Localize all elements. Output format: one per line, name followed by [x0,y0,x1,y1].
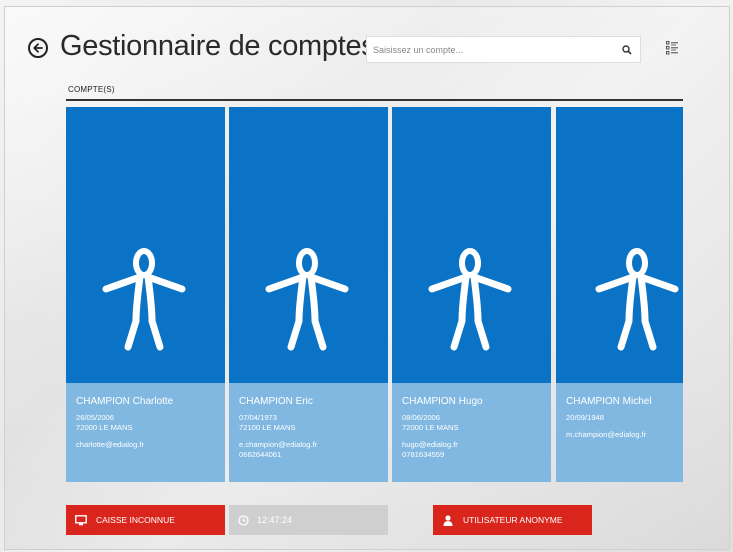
person-icon [102,248,186,351]
back-button[interactable] [28,38,48,58]
page-title: Gestionnaire de comptes [60,30,376,62]
person-icon [265,248,349,351]
back-arrow-icon [33,43,43,53]
unknown-register-button[interactable]: CAISSE INCONNUE [66,505,225,535]
anonymous-user-button[interactable]: UTILISATEUR ANONYME [433,505,592,535]
account-card-header [229,107,388,383]
list-view-icon [666,41,678,55]
account-birthdate: 20/09/1948 [566,413,605,422]
account-email: e.champion@edialog.fr [239,440,318,449]
clock-time: 12:47:24 [257,515,293,525]
account-card-details: CHAMPION Eric 07/04/1973 72100 LE MANS e… [229,383,388,482]
user-icon [433,514,463,526]
search-icon[interactable] [614,37,640,62]
account-card[interactable]: CHAMPION Hugo 08/06/2006 72000 LE MANS h… [392,107,551,482]
account-email: charlotte@edialog.fr [76,440,145,449]
account-card-details: CHAMPION Charlotte 26/05/2006 72000 LE M… [66,383,225,482]
account-birthdate: 07/04/1973 [239,413,278,422]
person-icon [595,248,679,351]
list-view-button[interactable] [662,37,682,59]
account-card-details: CHAMPION Hugo 08/06/2006 72000 LE MANS h… [392,383,551,482]
account-name: CHAMPION Charlotte [76,396,174,407]
search-box [366,36,641,63]
account-email: hugo@edialog.fr [402,440,458,449]
account-phone: 0662644061 [239,450,282,459]
section-divider [66,99,683,101]
account-card-header [556,107,683,383]
account-phone: 0781634559 [402,450,445,459]
unknown-register-label: CAISSE INCONNUE [96,515,175,525]
account-card[interactable]: CHAMPION Charlotte 26/05/2006 72000 LE M… [66,107,225,482]
account-city: 72000 LE MANS [76,423,133,432]
clock-icon [229,514,257,526]
account-card-details: CHAMPION Michel 20/09/1948 m.champion@ed… [556,383,683,482]
search-input[interactable] [367,37,614,62]
account-card[interactable]: CHAMPION Michel 20/09/1948 m.champion@ed… [556,107,683,482]
account-card[interactable]: CHAMPION Eric 07/04/1973 72100 LE MANS e… [229,107,388,482]
account-birthdate: 26/05/2006 [76,413,115,422]
account-card-header [392,107,551,383]
account-card-header [66,107,225,383]
account-birthdate: 08/06/2006 [402,413,441,422]
account-list: CHAMPION Charlotte 26/05/2006 72000 LE M… [66,107,683,482]
monitor-icon [66,514,96,526]
account-city: 72100 LE MANS [239,423,296,432]
section-label: COMPTE(S) [68,85,115,94]
account-email: m.champion@edialog.fr [566,430,647,439]
clock-display: 12:47:24 [229,505,388,535]
account-name: CHAMPION Eric [239,396,313,407]
account-name: CHAMPION Michel [566,396,652,407]
anonymous-user-label: UTILISATEUR ANONYME [463,515,563,525]
account-city: 72000 LE MANS [402,423,459,432]
person-icon [428,248,512,351]
account-name: CHAMPION Hugo [402,396,483,407]
